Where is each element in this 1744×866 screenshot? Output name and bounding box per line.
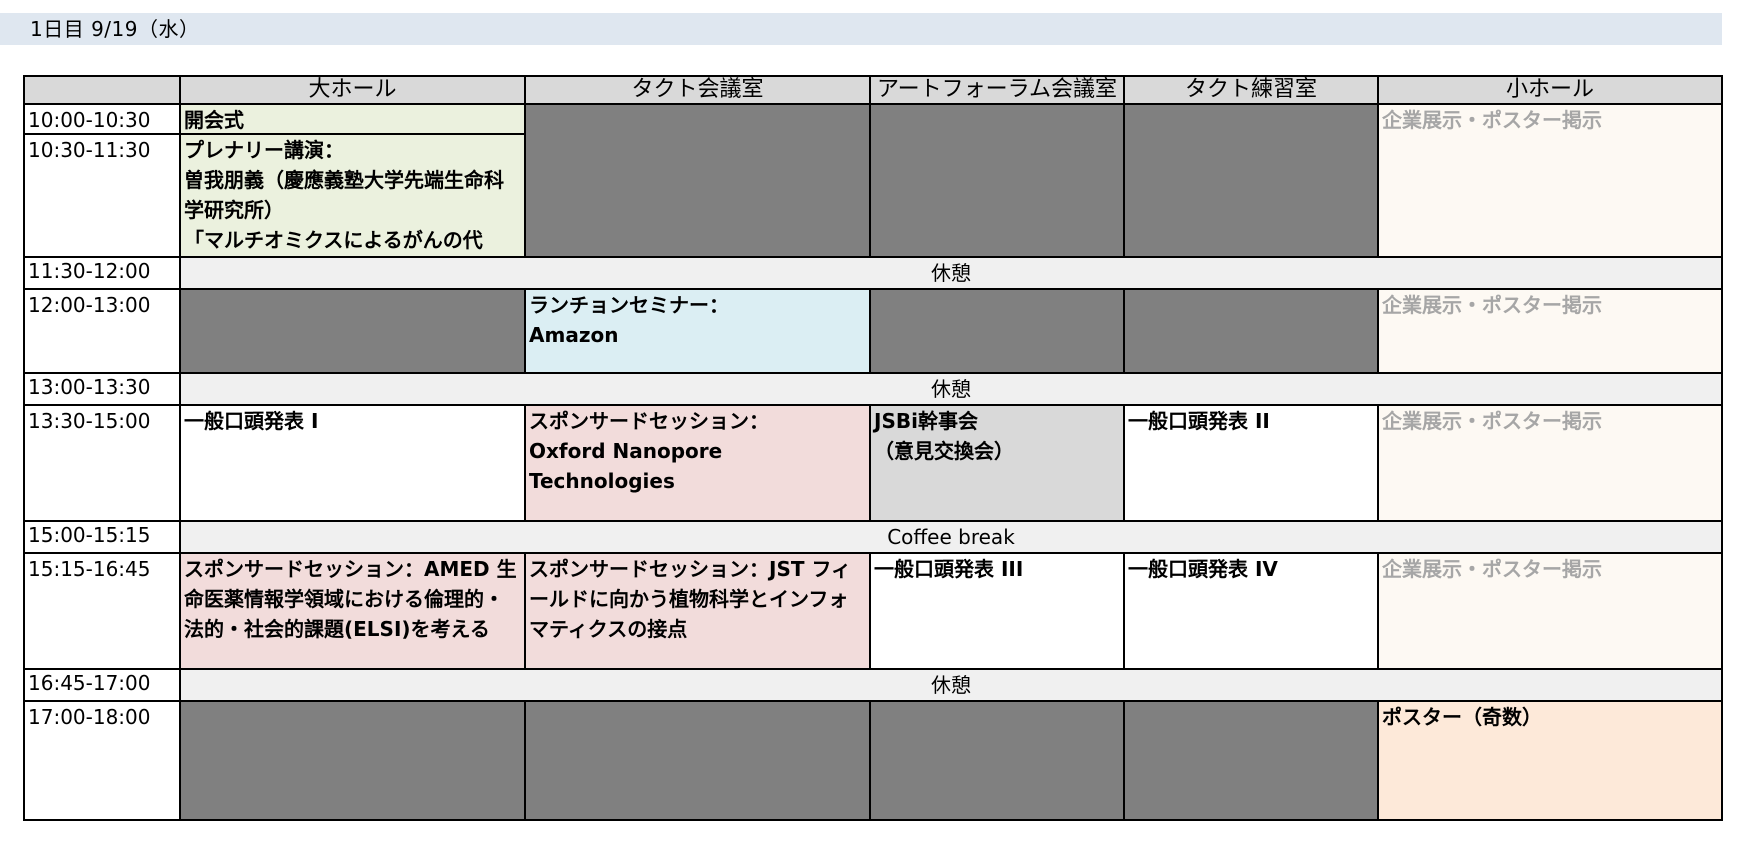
oral-session-cell: 一般口頭発表 IV [1123, 552, 1379, 670]
oral-session-cell: 一般口頭発表 II [1123, 404, 1379, 522]
schedule-row: 10:00-10:30 10:30-11:30 開会式 プレナリー講演： 曽我朋… [23, 103, 1723, 258]
room-header: タクト練習室 [1123, 75, 1379, 105]
room-header: 大ホール [179, 75, 526, 105]
empty-slot [869, 288, 1125, 374]
empty-slot [1123, 103, 1379, 258]
room-header: タクト会議室 [524, 75, 871, 105]
plenary-speaker: 曽我朋義（慶應義塾大学先端生命科学研究所） [184, 168, 504, 222]
poster-session-cell: ポスター（奇数） [1377, 700, 1723, 821]
break-row: 13:00-13:30 休憩 [23, 372, 1723, 406]
time-cell: 15:15-16:45 [23, 552, 181, 670]
header-row: 大ホール タクト会議室 アートフォーラム会議室 タクト練習室 小ホール [23, 75, 1723, 105]
jsbi-meeting-cell: JSBi幹事会 （意見交換会） [869, 404, 1125, 522]
empty-slot [524, 103, 871, 258]
coffee-break-label: Coffee break [179, 520, 1723, 554]
schedule-row: 15:15-16:45 スポンサードセッション：AMED 生命医薬情報学領域にお… [23, 552, 1723, 670]
break-label: 休憩 [179, 668, 1723, 702]
time-cell: 15:00-15:15 [23, 520, 181, 554]
time-cell: 13:00-13:30 [23, 372, 181, 406]
empty-slot [179, 700, 526, 821]
empty-slot [179, 288, 526, 374]
plenary-talk: 「マルチオミクスによるがんの代 [184, 228, 483, 252]
sponsored-session-jst: スポンサードセッション：JST フィールドに向かう植物科学とインフォマティクスの… [524, 552, 871, 670]
sponsored-title: スポンサードセッション： [529, 409, 769, 433]
time-cell: 13:30-15:00 [23, 404, 181, 522]
schedule-table: 大ホール タクト会議室 アートフォーラム会議室 タクト練習室 小ホール 10:0… [23, 75, 1723, 821]
oral-session-cell: 一般口頭発表 I [179, 404, 526, 522]
sponsored-sponsor: Oxford Nanopore Technologies [529, 439, 723, 493]
luncheon-seminar-cell: ランチョンセミナー： Amazon [524, 288, 871, 374]
room-header: 小ホール [1377, 75, 1723, 105]
jsbi-subtitle: （意見交換会） [874, 439, 1014, 463]
break-label: 休憩 [179, 372, 1723, 406]
empty-slot [1123, 288, 1379, 374]
exhibit-cell: 企業展示・ポスター掲示 [1377, 404, 1723, 522]
luncheon-title: ランチョンセミナー： [529, 293, 729, 317]
plenary-title: プレナリー講演： [184, 138, 344, 162]
break-row: 11:30-12:00 休憩 [23, 256, 1723, 290]
exhibit-cell: 企業展示・ポスター掲示 [1377, 288, 1723, 374]
room-header: アートフォーラム会議室 [869, 75, 1125, 105]
break-row: 16:45-17:00 休憩 [23, 668, 1723, 702]
day-title: 1日目 9/19（水） [30, 17, 200, 41]
time-cell: 12:00-13:00 [23, 288, 181, 374]
schedule-row: 12:00-13:00 ランチョンセミナー： Amazon 企業展示・ポスター掲… [23, 288, 1723, 374]
luncheon-sponsor: Amazon [529, 323, 619, 347]
time-label: 10:00-10:30 [26, 106, 178, 135]
schedule-row: 13:30-15:00 一般口頭発表 I スポンサードセッション： Oxford… [23, 404, 1723, 522]
header-time-corner [23, 75, 181, 105]
break-label: 休憩 [179, 256, 1723, 290]
empty-slot [1123, 700, 1379, 821]
time-cell: 10:00-10:30 10:30-11:30 [23, 103, 181, 258]
exhibit-cell: 企業展示・ポスター掲示 [1377, 552, 1723, 670]
time-cell: 11:30-12:00 [23, 256, 181, 290]
oral-session-cell: 一般口頭発表 III [869, 552, 1125, 670]
day-header-bar: 1日目 9/19（水） [0, 13, 1722, 45]
time-cell: 16:45-17:00 [23, 668, 181, 702]
empty-slot [524, 700, 871, 821]
time-cell: 17:00-18:00 [23, 700, 181, 821]
empty-slot [869, 700, 1125, 821]
time-label: 10:30-11:30 [28, 138, 151, 162]
schedule-row: 17:00-18:00 ポスター（奇数） [23, 700, 1723, 821]
sponsored-session-cell: スポンサードセッション： Oxford Nanopore Technologie… [524, 404, 871, 522]
exhibit-cell: 企業展示・ポスター掲示 [1377, 103, 1723, 258]
empty-slot [869, 103, 1125, 258]
opening-ceremony: 開会式 [182, 106, 523, 135]
break-row: 15:00-15:15 Coffee break [23, 520, 1723, 554]
jsbi-title: JSBi幹事会 [874, 409, 978, 433]
session-cell-opening-plenary: 開会式 プレナリー講演： 曽我朋義（慶應義塾大学先端生命科学研究所） 「マルチオ… [179, 103, 526, 258]
sponsored-session-amed: スポンサードセッション：AMED 生命医薬情報学領域における倫理的・法的・社会的… [179, 552, 526, 670]
